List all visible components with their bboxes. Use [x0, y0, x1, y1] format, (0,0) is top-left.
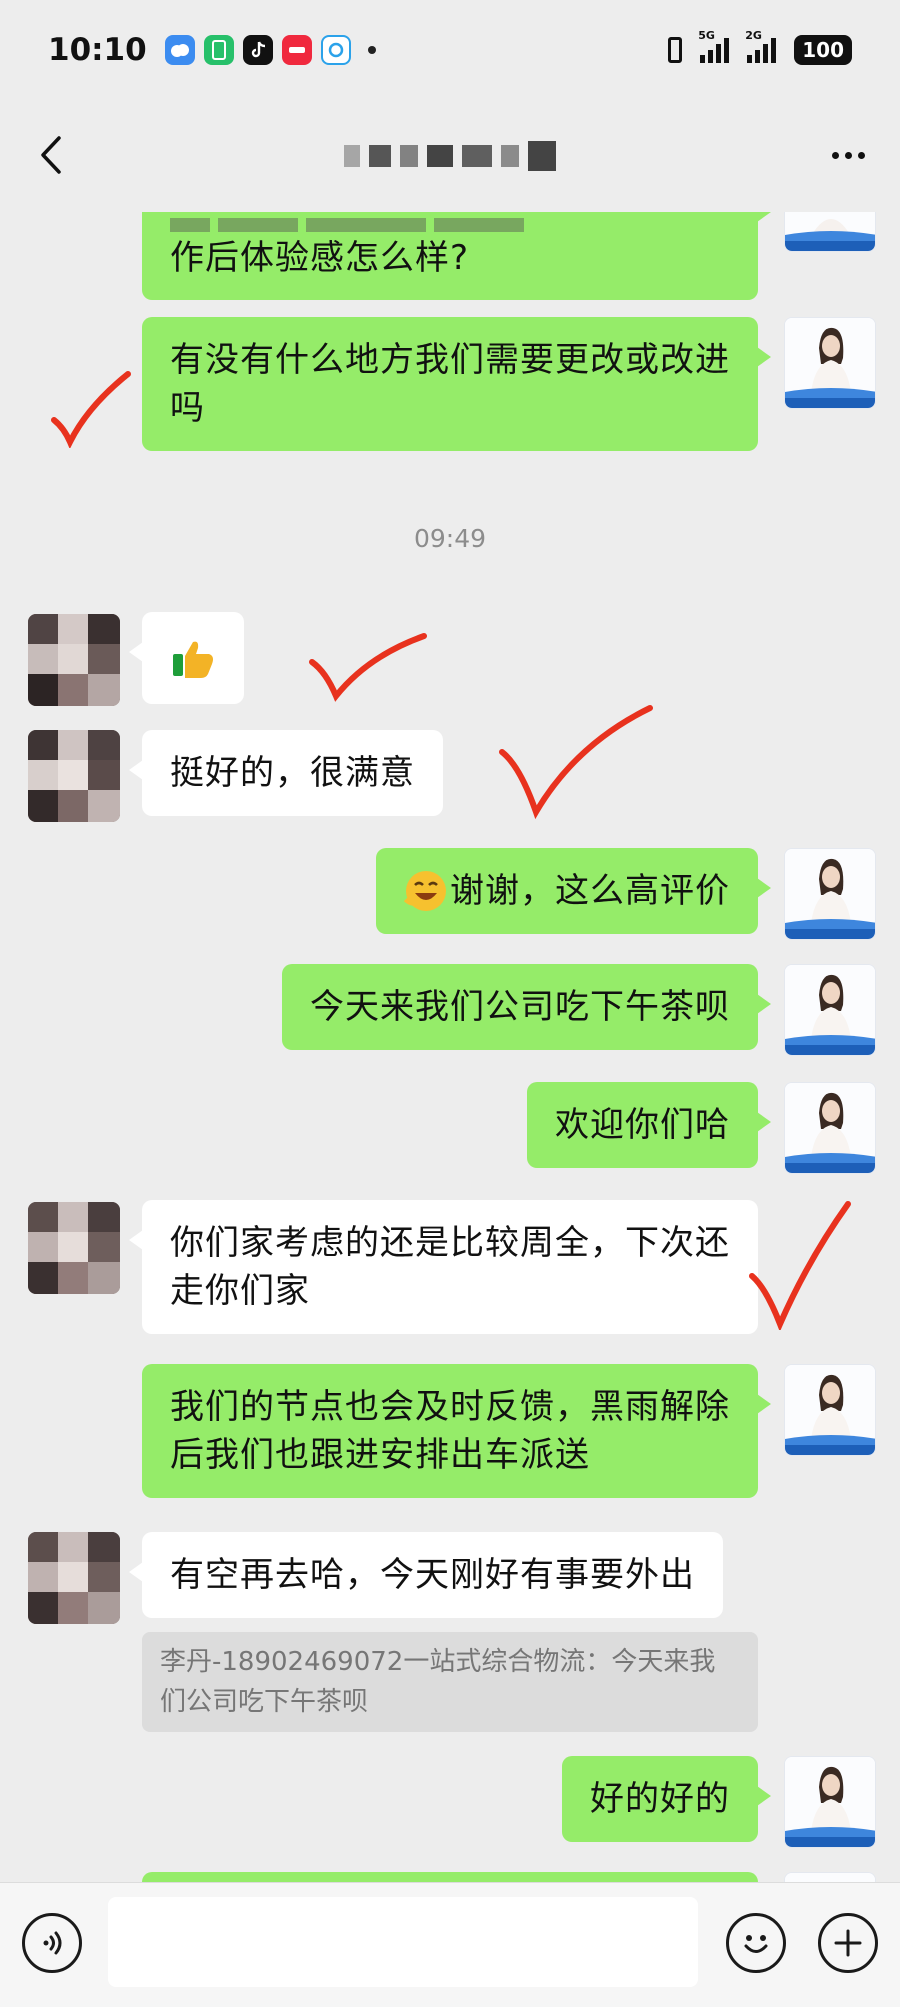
plus-button[interactable] — [818, 1913, 878, 1973]
timestamp: 09:49 — [413, 524, 487, 553]
message-bubble-self[interactable]: 我们的节点也会及时反馈，黑雨解除后我们也跟进安排出车派送 — [142, 1364, 771, 1498]
red-check-mark — [309, 633, 427, 702]
status-app-icons — [164, 35, 376, 65]
plus-icon — [834, 1929, 862, 1957]
message-bubble-self[interactable]: 有没有什么地方我们需要更改或改进吗 — [142, 317, 771, 451]
weather-icon — [164, 35, 195, 65]
red-check-mark — [749, 1201, 851, 1330]
message-text: 有空再去哈，今天刚好有事要外出 — [170, 1555, 695, 1595]
red-app-icon — [281, 35, 312, 65]
message-bubble-self[interactable]: 作后体验感怎么样? — [142, 212, 771, 300]
message-text: 有没有什么地方我们需要更改或改进吗 — [170, 340, 730, 428]
chat-title-redacted — [344, 136, 556, 176]
avatar-self[interactable] — [784, 212, 876, 252]
more-dots-icon — [831, 151, 865, 159]
avatar-self[interactable] — [784, 848, 876, 940]
avatar-self[interactable] — [784, 317, 876, 409]
message-bubble-other[interactable] — [129, 612, 244, 704]
chat-app-icon — [320, 35, 351, 65]
emoji-icon — [744, 1935, 768, 1953]
avatar-other-pixelated[interactable] — [28, 730, 120, 822]
message-text: 我们的节点也会及时反馈，黑雨解除后我们也跟进安排出车派送 — [170, 1387, 730, 1475]
battery-icon: 100 — [794, 35, 852, 65]
message-list[interactable]: 作后体验感怎么样? 有没有什么地方我们需要更改或改进吗 09:49 挺好的，很满… — [0, 212, 900, 1882]
status-right: 5G 2G 100 — [668, 29, 852, 65]
tiktok-icon — [242, 35, 273, 65]
avatar-self[interactable] — [784, 1364, 876, 1456]
message-text: 今天来我们公司吃下午茶呗 — [310, 987, 730, 1027]
vibrate-icon — [668, 37, 683, 63]
message-bubble-self[interactable]: 欢迎你们哈 — [527, 1082, 771, 1168]
quoted-message[interactable]: 李丹-18902469072一站式综合物流：今天来我们公司吃下午茶呗 — [142, 1632, 758, 1732]
avatar-other-pixelated[interactable] — [28, 614, 120, 706]
avatar-self[interactable] — [784, 1756, 876, 1848]
message-text: 好的好的 — [590, 1779, 730, 1819]
red-check-mark — [51, 371, 131, 448]
message-text: 作后体验感怎么样? — [170, 238, 470, 278]
message-input[interactable] — [108, 1897, 698, 1987]
back-button[interactable] — [26, 130, 76, 180]
signal-2g-icon: 2G — [745, 29, 777, 63]
status-bar: 10:10 5G 2G 100 — [0, 0, 900, 100]
message-bubble-self[interactable]: 好的好的 — [562, 1756, 771, 1842]
chat-screen: 10:10 5G 2G 100 作后体验感怎么样? 有没有什么地方我们需要更改或… — [0, 0, 900, 2007]
avatar-self[interactable] — [784, 964, 876, 1056]
grinning-emoji-icon — [404, 871, 446, 911]
signal-5g-label: 5G — [698, 29, 715, 42]
message-text: 谢谢，这么高评价 — [450, 871, 730, 911]
avatar-other-pixelated[interactable] — [28, 1202, 120, 1294]
input-bar — [0, 1882, 900, 2007]
message-bubble-self[interactable]: 今天来我们公司吃下午茶呗 — [282, 964, 771, 1050]
avatar-self[interactable] — [784, 1082, 876, 1174]
more-options-button[interactable] — [818, 130, 878, 180]
status-time: 10:10 — [48, 32, 147, 68]
message-bubble-self-partial[interactable] — [142, 1872, 758, 1882]
thumbs-up-icon — [173, 641, 213, 678]
signal-2g-label: 2G — [745, 29, 762, 42]
red-check-mark — [499, 705, 653, 820]
message-text: 欢迎你们哈 — [555, 1105, 730, 1145]
quoted-message-text: 李丹-18902469072一站式综合物流：今天来我们公司吃下午茶呗 — [160, 1647, 716, 1717]
avatar-other-pixelated[interactable] — [28, 1532, 120, 1624]
message-text: 挺好的，很满意 — [170, 753, 415, 793]
signal-5g-icon: 5G — [698, 29, 730, 63]
emoji-button[interactable] — [726, 1913, 786, 1973]
message-bubble-other[interactable]: 有空再去哈，今天刚好有事要外出 — [129, 1532, 723, 1618]
message-bubble-other[interactable]: 你们家考虑的还是比较周全，下次还走你们家 — [129, 1200, 758, 1334]
notification-dot — [367, 46, 376, 54]
voice-icon — [43, 1931, 62, 1955]
avatar-self[interactable] — [784, 1872, 876, 1882]
message-bubble-self[interactable]: 谢谢，这么高评价 — [376, 848, 771, 934]
chevron-left-icon — [41, 136, 61, 174]
message-bubble-other[interactable]: 挺好的，很满意 — [129, 730, 443, 816]
voice-button[interactable] — [22, 1913, 82, 1973]
phone-manager-icon — [203, 35, 234, 65]
nav-bar — [0, 100, 900, 212]
message-text: 你们家考虑的还是比较周全，下次还走你们家 — [170, 1223, 730, 1311]
